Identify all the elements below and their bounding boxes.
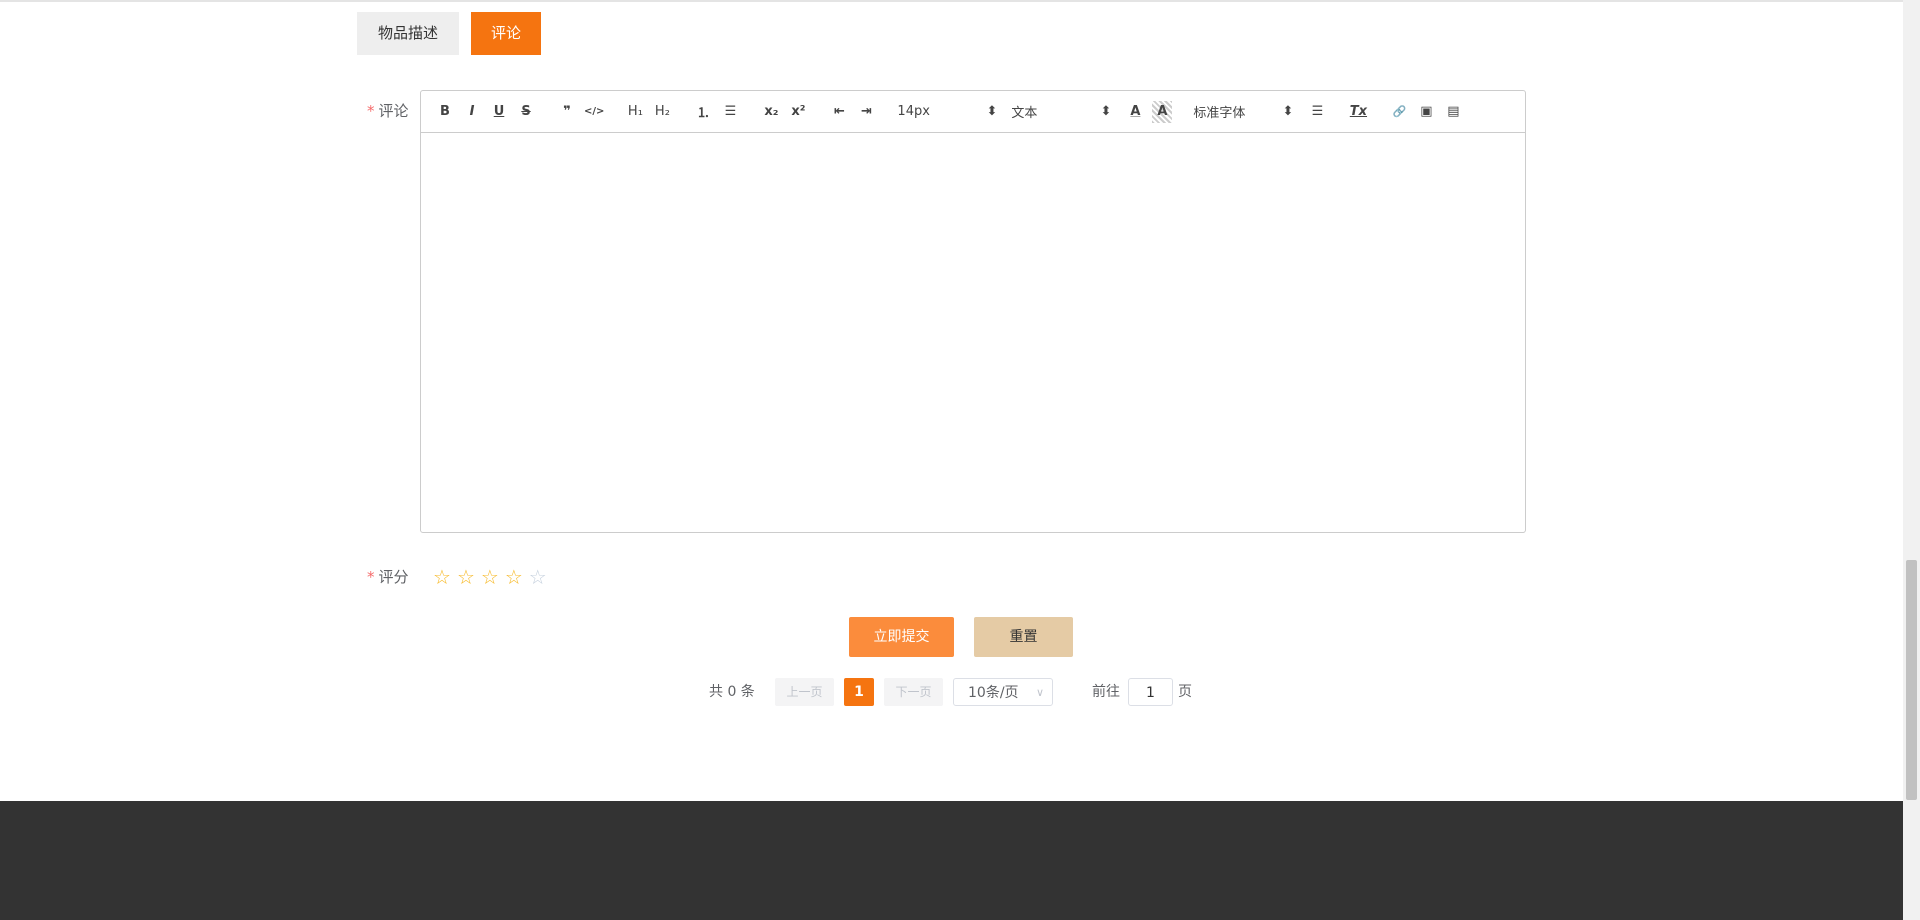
goto-label: 前往 xyxy=(1092,684,1120,700)
rating-label: * 评分 xyxy=(367,566,409,587)
tab-comments[interactable]: 评论 xyxy=(471,12,541,55)
font-size-value: 14px xyxy=(897,104,930,119)
goto-page-input[interactable]: 1 xyxy=(1128,678,1173,706)
bold-button[interactable]: B xyxy=(435,101,455,123)
outdent-button[interactable]: ⇤ xyxy=(829,101,849,123)
next-page-button[interactable]: 下一页 xyxy=(884,678,943,706)
font-family-select[interactable]: 标准字体 ⬍ xyxy=(1193,102,1293,121)
comment-label-text: 评论 xyxy=(378,102,409,120)
link-button[interactable]: 🔗 xyxy=(1389,101,1409,123)
page-footer xyxy=(0,801,1903,920)
background-color-button[interactable]: A xyxy=(1152,100,1173,123)
ordered-list-button[interactable]: ⒈ xyxy=(693,101,713,123)
star-icon[interactable]: ☆ xyxy=(529,566,547,588)
submit-button[interactable]: 立即提交 xyxy=(849,617,954,657)
indent-button[interactable]: ⇥ xyxy=(856,101,876,123)
page-number-1[interactable]: 1 xyxy=(844,678,874,706)
font-family-value: 标准字体 xyxy=(1193,106,1246,121)
video-button[interactable]: ▤ xyxy=(1443,101,1463,123)
page-suffix: 页 xyxy=(1178,684,1192,700)
required-mark: * xyxy=(367,568,375,586)
bullet-list-button[interactable]: ☰ xyxy=(720,101,740,123)
image-button[interactable]: ▣ xyxy=(1416,101,1436,123)
header-select[interactable]: 文本 ⬍ xyxy=(1011,102,1111,121)
top-divider xyxy=(0,0,1903,2)
star-icon[interactable]: ☆ xyxy=(433,566,451,588)
rating-stars[interactable]: ☆ ☆ ☆ ☆ ☆ xyxy=(433,566,547,588)
required-mark: * xyxy=(367,102,375,120)
star-icon[interactable]: ☆ xyxy=(457,566,475,588)
subscript-button[interactable]: x₂ xyxy=(761,101,781,123)
header1-button[interactable]: H₁ xyxy=(625,101,645,123)
italic-button[interactable]: I xyxy=(462,101,482,123)
rating-label-text: 评分 xyxy=(378,568,409,586)
text-color-button[interactable]: A xyxy=(1125,101,1145,123)
updown-icon: ⬍ xyxy=(1282,104,1294,119)
align-button[interactable]: ☰ xyxy=(1307,101,1327,123)
editor-content[interactable] xyxy=(421,133,1525,533)
rich-text-editor: B I U S ❞ </> H₁ H₂ ⒈ ☰ x₂ x² ⇤ ⇥ 14px ⬍ … xyxy=(420,90,1526,533)
updown-icon: ⬍ xyxy=(1100,104,1112,119)
updown-icon: ⬍ xyxy=(986,104,998,119)
star-icon[interactable]: ☆ xyxy=(481,566,499,588)
font-size-select[interactable]: 14px ⬍ xyxy=(897,104,997,119)
blockquote-button[interactable]: ❞ xyxy=(557,101,577,123)
clear-format-button[interactable]: Tx xyxy=(1348,101,1368,123)
header2-button[interactable]: H₂ xyxy=(652,101,672,123)
header-value: 文本 xyxy=(1011,106,1038,121)
pagination-total: 共 0 条 xyxy=(709,684,755,700)
comment-label: * 评论 xyxy=(367,100,409,121)
chevron-down-icon: ∨ xyxy=(1035,686,1044,699)
code-block-button[interactable]: </> xyxy=(584,101,604,123)
page-size-select[interactable]: 10条/页 ∨ xyxy=(953,678,1053,706)
strike-button[interactable]: S xyxy=(516,101,536,123)
star-icon[interactable]: ☆ xyxy=(505,566,523,588)
editor-toolbar: B I U S ❞ </> H₁ H₂ ⒈ ☰ x₂ x² ⇤ ⇥ 14px ⬍ … xyxy=(421,91,1525,133)
scrollbar-thumb[interactable] xyxy=(1906,560,1917,800)
tab-item-description[interactable]: 物品描述 xyxy=(357,12,459,55)
reset-button[interactable]: 重置 xyxy=(974,617,1073,657)
superscript-button[interactable]: x² xyxy=(788,101,808,123)
prev-page-button[interactable]: 上一页 xyxy=(775,678,834,706)
underline-button[interactable]: U xyxy=(489,101,509,123)
page-size-value: 10条/页 xyxy=(968,685,1019,701)
